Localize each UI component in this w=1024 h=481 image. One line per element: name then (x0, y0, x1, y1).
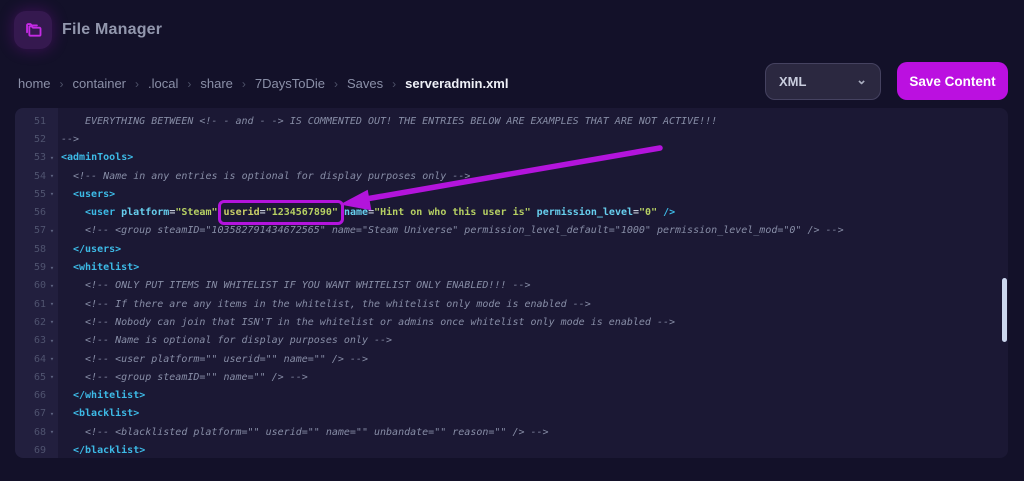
line-number: 65 (33, 371, 46, 383)
code-line[interactable]: 64 ▾ <!-- <user platform="" userid="" name… (15, 350, 1008, 368)
line-number: 60 (33, 280, 46, 292)
line-number: 66 (33, 390, 46, 402)
code-line[interactable]: 54 ▾ <!-- Name in any entries is optional … (15, 167, 1008, 185)
fold-arrow-icon[interactable]: ▾ (46, 300, 58, 308)
fold-arrow-icon[interactable]: ▾ (46, 373, 58, 381)
code-line[interactable]: 67 ▾ <blacklist> (15, 405, 1008, 423)
editor-scrollbar-thumb[interactable] (1002, 278, 1007, 342)
chevron-down-icon: ⌄ (856, 71, 867, 87)
code-line[interactable]: 57 ▾ <!-- <group steamID="1035827914346725… (15, 222, 1008, 240)
app-logo-tile (14, 11, 52, 49)
fold-arrow-icon[interactable]: ▾ (46, 190, 58, 198)
line-number: 55 (33, 188, 46, 200)
line-number: 54 (33, 170, 46, 182)
code-text: <!-- Nobody can join that ISN'T in the w… (85, 316, 676, 328)
code-text: <!-- <group steamID="" name="" /> --> (85, 371, 308, 383)
code-text: <!-- <user platform="" userid="" name=""… (85, 353, 368, 365)
code-text: </blacklist> (73, 444, 146, 456)
line-number: 67 (33, 408, 46, 420)
breadcrumb-separator-icon: › (334, 76, 338, 91)
breadcrumb-item[interactable]: .local (148, 76, 178, 91)
save-content-button[interactable]: Save Content (897, 62, 1008, 100)
fold-arrow-icon[interactable]: ▾ (46, 154, 58, 162)
code-editor[interactable]: 51 EVERYTHING BETWEEN <!- - and - -> IS C… (15, 108, 1008, 458)
page-title: File Manager (62, 21, 163, 38)
code-line[interactable]: 51 EVERYTHING BETWEEN <!- - and - -> IS C… (15, 112, 1008, 130)
code-text: <users> (73, 188, 116, 200)
fold-arrow-icon[interactable]: ▾ (46, 282, 58, 290)
breadcrumb-separator-icon: › (187, 76, 192, 91)
code-line[interactable]: 56 <user platform="Steam" userid="1234567… (15, 203, 1008, 221)
code-line[interactable]: 58 </users> (15, 240, 1008, 258)
breadcrumb-item[interactable]: container (73, 76, 126, 91)
breadcrumb-separator-icon: › (59, 76, 64, 91)
code-text: <!-- <group steamID="103582791434672565"… (85, 225, 844, 237)
fold-arrow-icon[interactable]: ▾ (46, 337, 58, 345)
fold-arrow-icon[interactable]: ▾ (46, 264, 58, 272)
line-number: 62 (33, 316, 46, 328)
breadcrumb-separator-icon: › (135, 76, 140, 91)
line-number: 52 (33, 133, 46, 145)
breadcrumb-item[interactable]: share (200, 76, 233, 91)
line-number: 57 (33, 225, 46, 237)
code-line[interactable]: 66 </whitelist> (15, 386, 1008, 404)
line-number: 63 (33, 335, 46, 347)
code-line[interactable]: 53 ▾ <adminTools> (15, 149, 1008, 167)
folder-icon (26, 23, 42, 37)
fold-arrow-icon[interactable]: ▾ (46, 410, 58, 418)
breadcrumb-item[interactable]: Saves (347, 76, 383, 91)
file-type-select[interactable]: XML ⌄ (765, 63, 881, 100)
code-text: <!-- If there are any items in the white… (85, 298, 591, 310)
line-number: 61 (33, 298, 46, 310)
code-text: </users> (73, 243, 122, 255)
breadcrumb-separator-icon: › (241, 76, 246, 91)
userid-highlight-box: userid="1234567890" (223, 207, 338, 219)
code-text: <!-- <blacklisted platform="" userid="" … (85, 426, 549, 438)
line-number: 51 (33, 115, 46, 127)
code-line[interactable]: 52 --> (15, 130, 1008, 148)
fold-arrow-icon[interactable]: ▾ (46, 318, 58, 326)
fold-arrow-icon[interactable]: ▾ (46, 355, 58, 363)
code-text: <adminTools> (61, 152, 134, 164)
code-line[interactable]: 69 </blacklist> (15, 441, 1008, 458)
breadcrumb-separator-icon: › (392, 76, 397, 91)
code-line[interactable]: 63 ▾ <!-- Name is optional for display pur… (15, 332, 1008, 350)
code-text: <!-- ONLY PUT ITEMS IN WHITELIST IF YOU … (85, 280, 531, 292)
code-line[interactable]: 55 ▾ <users> (15, 185, 1008, 203)
code-line[interactable]: 68 ▾ <!-- <blacklisted platform="" userid=… (15, 423, 1008, 441)
code-text: <whitelist> (73, 262, 140, 274)
fold-arrow-icon[interactable]: ▾ (46, 227, 58, 235)
code-line[interactable]: 60 ▾ <!-- ONLY PUT ITEMS IN WHITELIST IF Y… (15, 277, 1008, 295)
code-line[interactable]: 62 ▾ <!-- Nobody can join that ISN'T in th… (15, 313, 1008, 331)
breadcrumb-item[interactable]: 7DaysToDie (255, 76, 325, 91)
code-line[interactable]: 65 ▾ <!-- <group steamID="" name="" /> --> (15, 368, 1008, 386)
fold-arrow-icon[interactable]: ▾ (46, 428, 58, 436)
code-lines: 51 EVERYTHING BETWEEN <!- - and - -> IS C… (15, 112, 1008, 458)
line-number: 68 (33, 426, 46, 438)
code-text: <!-- Name in any entries is optional for… (73, 170, 471, 182)
code-line[interactable]: 61 ▾ <!-- If there are any items in the wh… (15, 295, 1008, 313)
code-line[interactable]: 59 ▾ <whitelist> (15, 258, 1008, 276)
fold-arrow-icon[interactable]: ▾ (46, 172, 58, 180)
breadcrumb-item[interactable]: serveradmin.xml (405, 76, 508, 91)
code-text: </whitelist> (73, 390, 146, 402)
code-text: --> (61, 133, 80, 145)
breadcrumb: home › container › .local › share › 7DaysToDie › S… (18, 76, 508, 91)
line-number: 53 (33, 152, 46, 164)
code-text: <blacklist> (73, 408, 140, 420)
file-type-select-value: XML (779, 74, 807, 89)
code-text: <user platform="Steam" userid="123456789… (85, 207, 676, 219)
line-number: 59 (33, 262, 46, 274)
breadcrumb-item[interactable]: home (18, 76, 51, 91)
code-text: EVERYTHING BETWEEN <!- - and - -> IS COM… (85, 115, 718, 127)
line-number: 64 (33, 353, 46, 365)
line-number: 56 (33, 207, 46, 219)
code-text: <!-- Name is optional for display purpos… (85, 335, 393, 347)
line-number: 69 (33, 444, 46, 456)
line-number: 58 (33, 243, 46, 255)
